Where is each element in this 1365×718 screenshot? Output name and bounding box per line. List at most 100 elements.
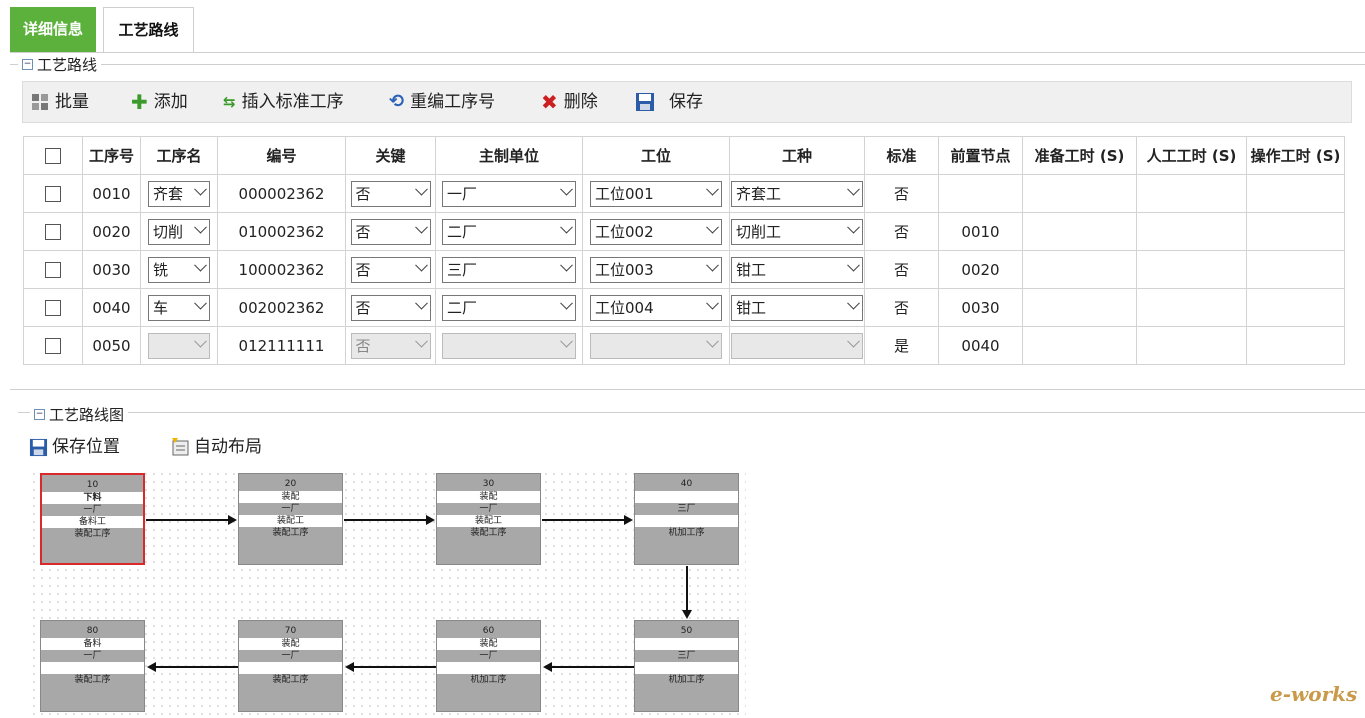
table-row[interactable]: 0040 车 002002362 否二厂 工位004 钳工否 0030 bbox=[23, 288, 1345, 327]
chevron-down-icon bbox=[414, 258, 428, 272]
collapse-icon[interactable]: − bbox=[22, 59, 33, 70]
unit-select[interactable]: 三厂 bbox=[442, 256, 576, 283]
node-step-name bbox=[635, 638, 738, 650]
route-node-10[interactable]: 10 下料 一厂 备料工 装配工序 bbox=[40, 473, 145, 565]
trade-select[interactable]: 钳工 bbox=[731, 256, 863, 283]
table-cell: 工位004 bbox=[582, 288, 730, 327]
route-diagram-canvas[interactable]: 10 下料 一厂 备料工 装配工序 20 装配 一厂 装配工 装配工序 30 装配 一厂 装配工 装配工序 4… bbox=[30, 470, 746, 716]
prev-node: 0010 bbox=[961, 222, 1000, 241]
route-node-50[interactable]: 50 三厂 机加工序 bbox=[634, 620, 739, 712]
step-code: 012111111 bbox=[238, 336, 325, 355]
save-position-button[interactable]: 保存位置 bbox=[29, 434, 120, 460]
node-unit: 三厂 bbox=[677, 651, 696, 661]
node-id: 60 bbox=[482, 626, 495, 636]
process-table: 工序号 工序名 编号 关键 主制单位 工位 工种 标准 前置节点 准备工时 (S… bbox=[23, 136, 1345, 365]
table-row[interactable]: 0030 铣 100002362 否三厂 工位003 钳工否 0020 bbox=[23, 250, 1345, 289]
route-node-80[interactable]: 80 备料 一厂 装配工序 bbox=[40, 620, 145, 712]
row-checkbox[interactable] bbox=[45, 262, 61, 278]
step-code: 000002362 bbox=[238, 184, 325, 203]
table-cell bbox=[23, 250, 83, 289]
trade-select[interactable] bbox=[731, 332, 863, 359]
route-node-20[interactable]: 20 装配 一厂 装配工 装配工序 bbox=[238, 473, 343, 565]
station-select[interactable]: 工位004 bbox=[590, 294, 722, 321]
chevron-down-icon bbox=[706, 182, 719, 196]
route-node-40[interactable]: 40 三厂 机加工序 bbox=[634, 473, 739, 565]
chevron-down-icon bbox=[194, 182, 207, 196]
unit-select[interactable]: 一厂 bbox=[442, 180, 576, 207]
step-name-select[interactable]: 齐套 bbox=[148, 180, 210, 207]
tab-process-route[interactable]: 工艺路线 bbox=[103, 7, 194, 53]
step-name-select[interactable]: 车 bbox=[148, 294, 210, 321]
batch-button[interactable]: 批量 bbox=[31, 82, 89, 122]
trade-select[interactable]: 齐套工 bbox=[731, 180, 863, 207]
key-select[interactable]: 否 bbox=[350, 256, 431, 283]
table-cell: 否 bbox=[345, 250, 436, 289]
station-select[interactable]: 工位002 bbox=[590, 218, 722, 245]
step-name-select[interactable] bbox=[148, 332, 210, 359]
row-checkbox[interactable] bbox=[45, 186, 61, 202]
auto-layout-button[interactable]: 自动布局 bbox=[170, 434, 262, 460]
step-number: 0030 bbox=[92, 260, 131, 279]
key-select[interactable]: 否 bbox=[350, 332, 431, 359]
diagram-section-header: − 工艺路线图 bbox=[30, 404, 129, 425]
key-select[interactable]: 否 bbox=[350, 294, 431, 321]
chevron-down-icon bbox=[706, 258, 719, 272]
table-cell: 0050 bbox=[82, 326, 141, 365]
chevron-down-icon bbox=[706, 220, 719, 234]
step-name-select[interactable]: 切削 bbox=[148, 218, 210, 245]
station-select[interactable]: 工位001 bbox=[590, 180, 722, 207]
unit-select[interactable]: 二厂 bbox=[442, 294, 576, 321]
renumber-button[interactable]: ⟲ 重编工序号 bbox=[389, 82, 495, 122]
unit-select[interactable] bbox=[442, 332, 576, 359]
unit-select[interactable]: 二厂 bbox=[442, 218, 576, 245]
route-node-70[interactable]: 70 装配 一厂 装配工序 bbox=[238, 620, 343, 712]
trade-select[interactable]: 切削工 bbox=[731, 218, 863, 245]
row-checkbox[interactable] bbox=[45, 338, 61, 354]
select-all-checkbox[interactable] bbox=[45, 148, 61, 164]
table-cell bbox=[1136, 174, 1247, 213]
table-cell bbox=[1136, 288, 1247, 327]
table-cell bbox=[1246, 288, 1345, 327]
station-select[interactable]: 工位003 bbox=[590, 256, 722, 283]
col-header: 编号 bbox=[217, 136, 346, 175]
table-cell bbox=[1246, 212, 1345, 251]
chevron-down-icon bbox=[194, 258, 207, 272]
step-code: 100002362 bbox=[238, 260, 325, 279]
chevron-down-icon bbox=[847, 220, 860, 234]
collapse-icon[interactable]: − bbox=[34, 409, 45, 420]
key-select[interactable]: 否 bbox=[350, 218, 431, 245]
table-cell: 000002362 bbox=[217, 174, 346, 213]
node-step-name: 装配 bbox=[437, 638, 540, 650]
route-node-30[interactable]: 30 装配 一厂 装配工 装配工序 bbox=[436, 473, 541, 565]
delete-icon: ✖ bbox=[541, 90, 558, 114]
step-name-select[interactable]: 铣 bbox=[148, 256, 210, 283]
add-button[interactable]: ✚ 添加 bbox=[131, 82, 188, 122]
insert-standard-step-button[interactable]: ⇆ 插入标准工序 bbox=[223, 82, 344, 122]
chevron-down-icon bbox=[847, 258, 860, 272]
node-unit: 一厂 bbox=[83, 505, 102, 515]
connector-70-80 bbox=[156, 666, 238, 668]
table-row[interactable]: 0020 切削 010002362 否二厂 工位002 切削工否 0010 bbox=[23, 212, 1345, 251]
trade-select[interactable]: 钳工 bbox=[731, 294, 863, 321]
chevron-down-icon bbox=[847, 334, 860, 348]
chevron-down-icon bbox=[560, 296, 573, 310]
table-row[interactable]: 0050 012111111 否 是 0040 bbox=[23, 326, 1345, 365]
route-node-60[interactable]: 60 装配 一厂 机加工序 bbox=[436, 620, 541, 712]
row-checkbox[interactable] bbox=[45, 300, 61, 316]
step-code: 002002362 bbox=[238, 298, 325, 317]
station-select[interactable] bbox=[590, 332, 722, 359]
table-cell bbox=[582, 326, 730, 365]
table-row[interactable]: 0010 齐套 000002362 否一厂 工位001 齐套工否 bbox=[23, 174, 1345, 213]
node-process-type: 装配工序 bbox=[74, 675, 111, 685]
table-cell: 否 bbox=[864, 250, 939, 289]
save-button[interactable]: 保存 bbox=[635, 82, 703, 122]
tab-details[interactable]: 详细信息 bbox=[10, 7, 96, 52]
node-trade bbox=[239, 662, 342, 674]
table-cell bbox=[1136, 326, 1247, 365]
table-cell: 工位002 bbox=[582, 212, 730, 251]
node-process-type: 机加工序 bbox=[668, 675, 705, 685]
delete-button[interactable]: ✖ 删除 bbox=[541, 82, 598, 122]
row-checkbox[interactable] bbox=[45, 224, 61, 240]
key-select[interactable]: 否 bbox=[350, 180, 431, 207]
standard-flag: 否 bbox=[893, 299, 909, 317]
